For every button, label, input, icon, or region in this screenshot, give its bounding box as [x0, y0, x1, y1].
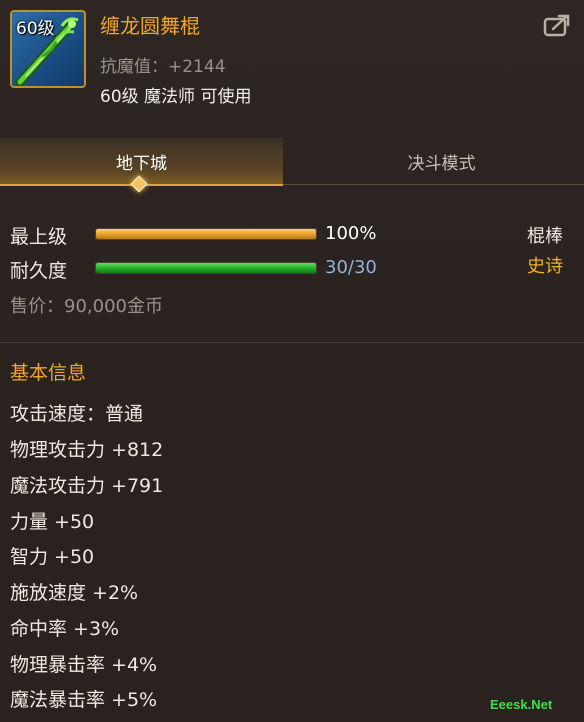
watermark: Eeesk.Net: [490, 697, 553, 712]
share-icon[interactable]: [543, 13, 571, 37]
stat-line: 命中率 +3%: [10, 618, 120, 640]
mode-tabs: 地下城 决斗模式: [0, 138, 584, 186]
grade-label: 最上级: [10, 226, 68, 248]
divider: [0, 342, 584, 343]
grade-value: 100%: [325, 223, 377, 244]
grade-bar-fill: [96, 229, 316, 239]
durability-bar-fill: [96, 263, 316, 273]
item-requirement: 60级 魔法师 可使用: [100, 87, 252, 107]
item-icon[interactable]: 60级: [10, 10, 86, 88]
weapon-type: 棍棒: [527, 226, 563, 247]
item-name: 缠龙圆舞棍: [100, 14, 200, 38]
durability-label: 耐久度: [10, 260, 68, 282]
durability-bar: [95, 262, 317, 274]
tab-pvp[interactable]: 决斗模式: [300, 138, 583, 184]
grade-bar: [95, 228, 317, 240]
durability-value: 30/30: [325, 257, 377, 278]
stat-line: 施放速度 +2%: [10, 582, 139, 604]
item-magic-resist: 抗魔值：+2144: [100, 57, 226, 77]
stat-line: 魔法攻击力 +791: [10, 475, 164, 497]
stat-line: 魔法暴击率 +5%: [10, 689, 158, 711]
item-level-badge: 60级: [16, 19, 55, 39]
rarity-label: 史诗: [527, 256, 563, 277]
stat-line: 物理攻击力 +812: [10, 439, 164, 461]
stat-line: 攻击速度：普通: [10, 403, 144, 425]
stat-line: 物理暴击率 +4%: [10, 654, 158, 676]
sell-price: 售价：90,000金币: [10, 296, 163, 317]
section-title-basic-info: 基本信息: [10, 362, 87, 384]
item-tooltip-panel: 60级 缠龙圆舞棍 抗魔值：+2144 60级 魔法师 可使用 地下城 决斗模式…: [0, 0, 584, 722]
stat-line: 力量 +50: [10, 511, 95, 533]
item-header: 60级 缠龙圆舞棍 抗魔值：+2144 60级 魔法师 可使用: [0, 0, 584, 118]
stat-line: 智力 +50: [10, 546, 95, 568]
